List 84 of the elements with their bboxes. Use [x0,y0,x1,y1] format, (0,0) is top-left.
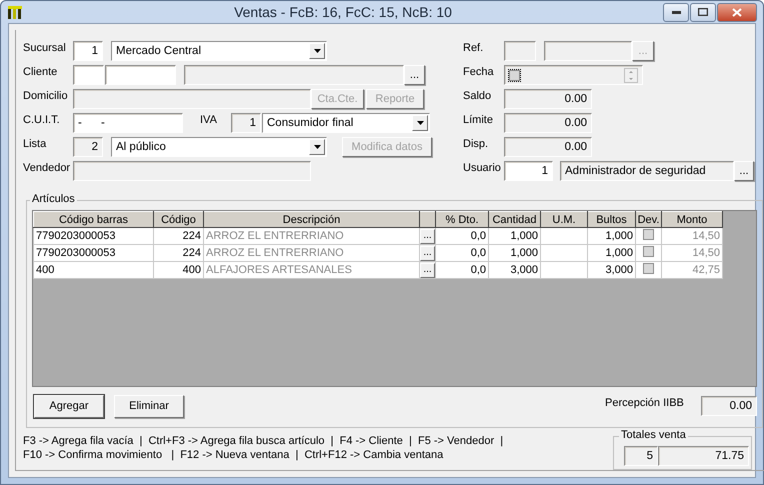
table-cell: ARROZ EL ENTRERRIANO [204,244,420,262]
shortcut-hint: F3 -> Agrega fila vacía | Ctrl+F3 -> Agrega fila busca artículo | F4 -> Cliente | F5 -> Vendedor | [23,434,504,448]
field-label: Ref. [463,42,484,54]
field-label: Usuario [463,162,502,174]
browse-button[interactable]: ... [404,65,425,85]
table-cell: 42,75 [662,262,722,278]
cuit-field[interactable]: - - [73,113,183,133]
column-header[interactable]: U.M. [540,212,588,228]
table-cell: 0,0 [436,262,488,278]
browse-button[interactable]: ... [420,228,434,244]
column-header[interactable]: Monto [662,212,722,228]
caret-icon [416,121,424,125]
table-cell: 400 [34,262,154,278]
field-label: Disp. [463,138,490,150]
field-label: Sucursal [23,42,67,54]
field-label: Vendedor [23,162,72,174]
checkbox[interactable] [643,246,654,257]
table-cell: ALFAJORES ARTESANALES [204,262,420,278]
minimize-button[interactable] [663,2,689,22]
app-icon [7,4,23,20]
dropdown[interactable]: Al público [111,137,327,157]
group-title: Totales venta [619,429,688,441]
field-label: Saldo [463,90,492,102]
amount-field: 0.00 [701,396,757,416]
field-label: IVA [200,114,218,126]
table-cell: 1,000 [488,244,540,262]
column-header[interactable] [420,212,436,228]
table-cell: 1,000 [588,244,636,262]
minimize-icon [672,10,680,14]
field-label: Fecha [463,66,495,78]
checkbox[interactable] [643,229,654,240]
caret-icon [314,145,320,149]
caret-icon [314,49,320,53]
table-cell: 3,000 [588,262,636,278]
code-field[interactable] [73,65,104,85]
table-cell: 3,000 [488,262,540,278]
browse-button[interactable]: ... [734,161,754,181]
dropdown[interactable]: Mercado Central [111,41,327,61]
window-title: Ventas - FcB: 16, FcC: 15, NcB: 10 [233,4,453,20]
field-label: Percepción IIBB [605,397,685,409]
shortcut-hint: F10 -> Confirma movimiento | F12 -> Nueva ventana | Ctrl+F12 -> Cambia ventana [23,448,444,462]
close-button[interactable] [717,2,757,22]
field-label: Lista [23,138,48,150]
table-cell: 1,000 [488,228,540,244]
action-button[interactable]: Agregar [34,394,104,418]
column-header[interactable]: Código [154,212,204,228]
maximize-icon [698,8,708,16]
column-header[interactable]: Descripción [204,212,420,228]
action-button[interactable]: Eliminar [114,394,184,418]
code-field[interactable]: 1 [73,41,103,61]
table-cell: 7790203000053 [34,244,154,262]
column-header[interactable]: Código barras [34,212,154,228]
count-field: 5 [624,446,658,466]
total-field: 71.75 [658,446,749,466]
table-cell: 14,50 [662,228,722,244]
maximize-button[interactable] [690,2,716,22]
table-cell: 0,0 [436,244,488,262]
table-cell: 224 [154,244,204,262]
field-label: Límite [463,114,494,126]
close-icon [732,8,742,16]
table-cell: 400 [154,262,204,278]
number-field[interactable] [105,65,176,85]
browse-button[interactable]: ... [420,262,434,278]
spinner-icon[interactable] [624,68,638,82]
table-cell: 7790203000053 [34,228,154,244]
browse-button[interactable]: ... [420,246,434,260]
group-title: Artículos [30,193,77,205]
column-header[interactable]: Dev. [636,212,662,228]
field-label: C.U.I.T. [23,114,61,126]
checkbox[interactable] [643,263,654,274]
code-field[interactable]: 1 [504,161,553,181]
table-cell: 1,000 [588,228,636,244]
table-cell: 224 [154,228,204,244]
column-header[interactable]: % Dto. [436,212,488,228]
column-header[interactable]: Bultos [588,212,636,228]
field-label: Cliente [23,66,58,78]
dropdown[interactable]: Consumidor final [262,113,430,133]
date-field[interactable] [504,65,643,85]
table-cell: 0,0 [436,228,488,244]
table-cell: 14,50 [662,244,722,262]
column-header[interactable]: Cantidad [488,212,540,228]
field-label: Domicilio [23,90,69,102]
checkbox[interactable] [509,70,520,80]
table-cell: ARROZ EL ENTRERRIANO [204,228,420,244]
